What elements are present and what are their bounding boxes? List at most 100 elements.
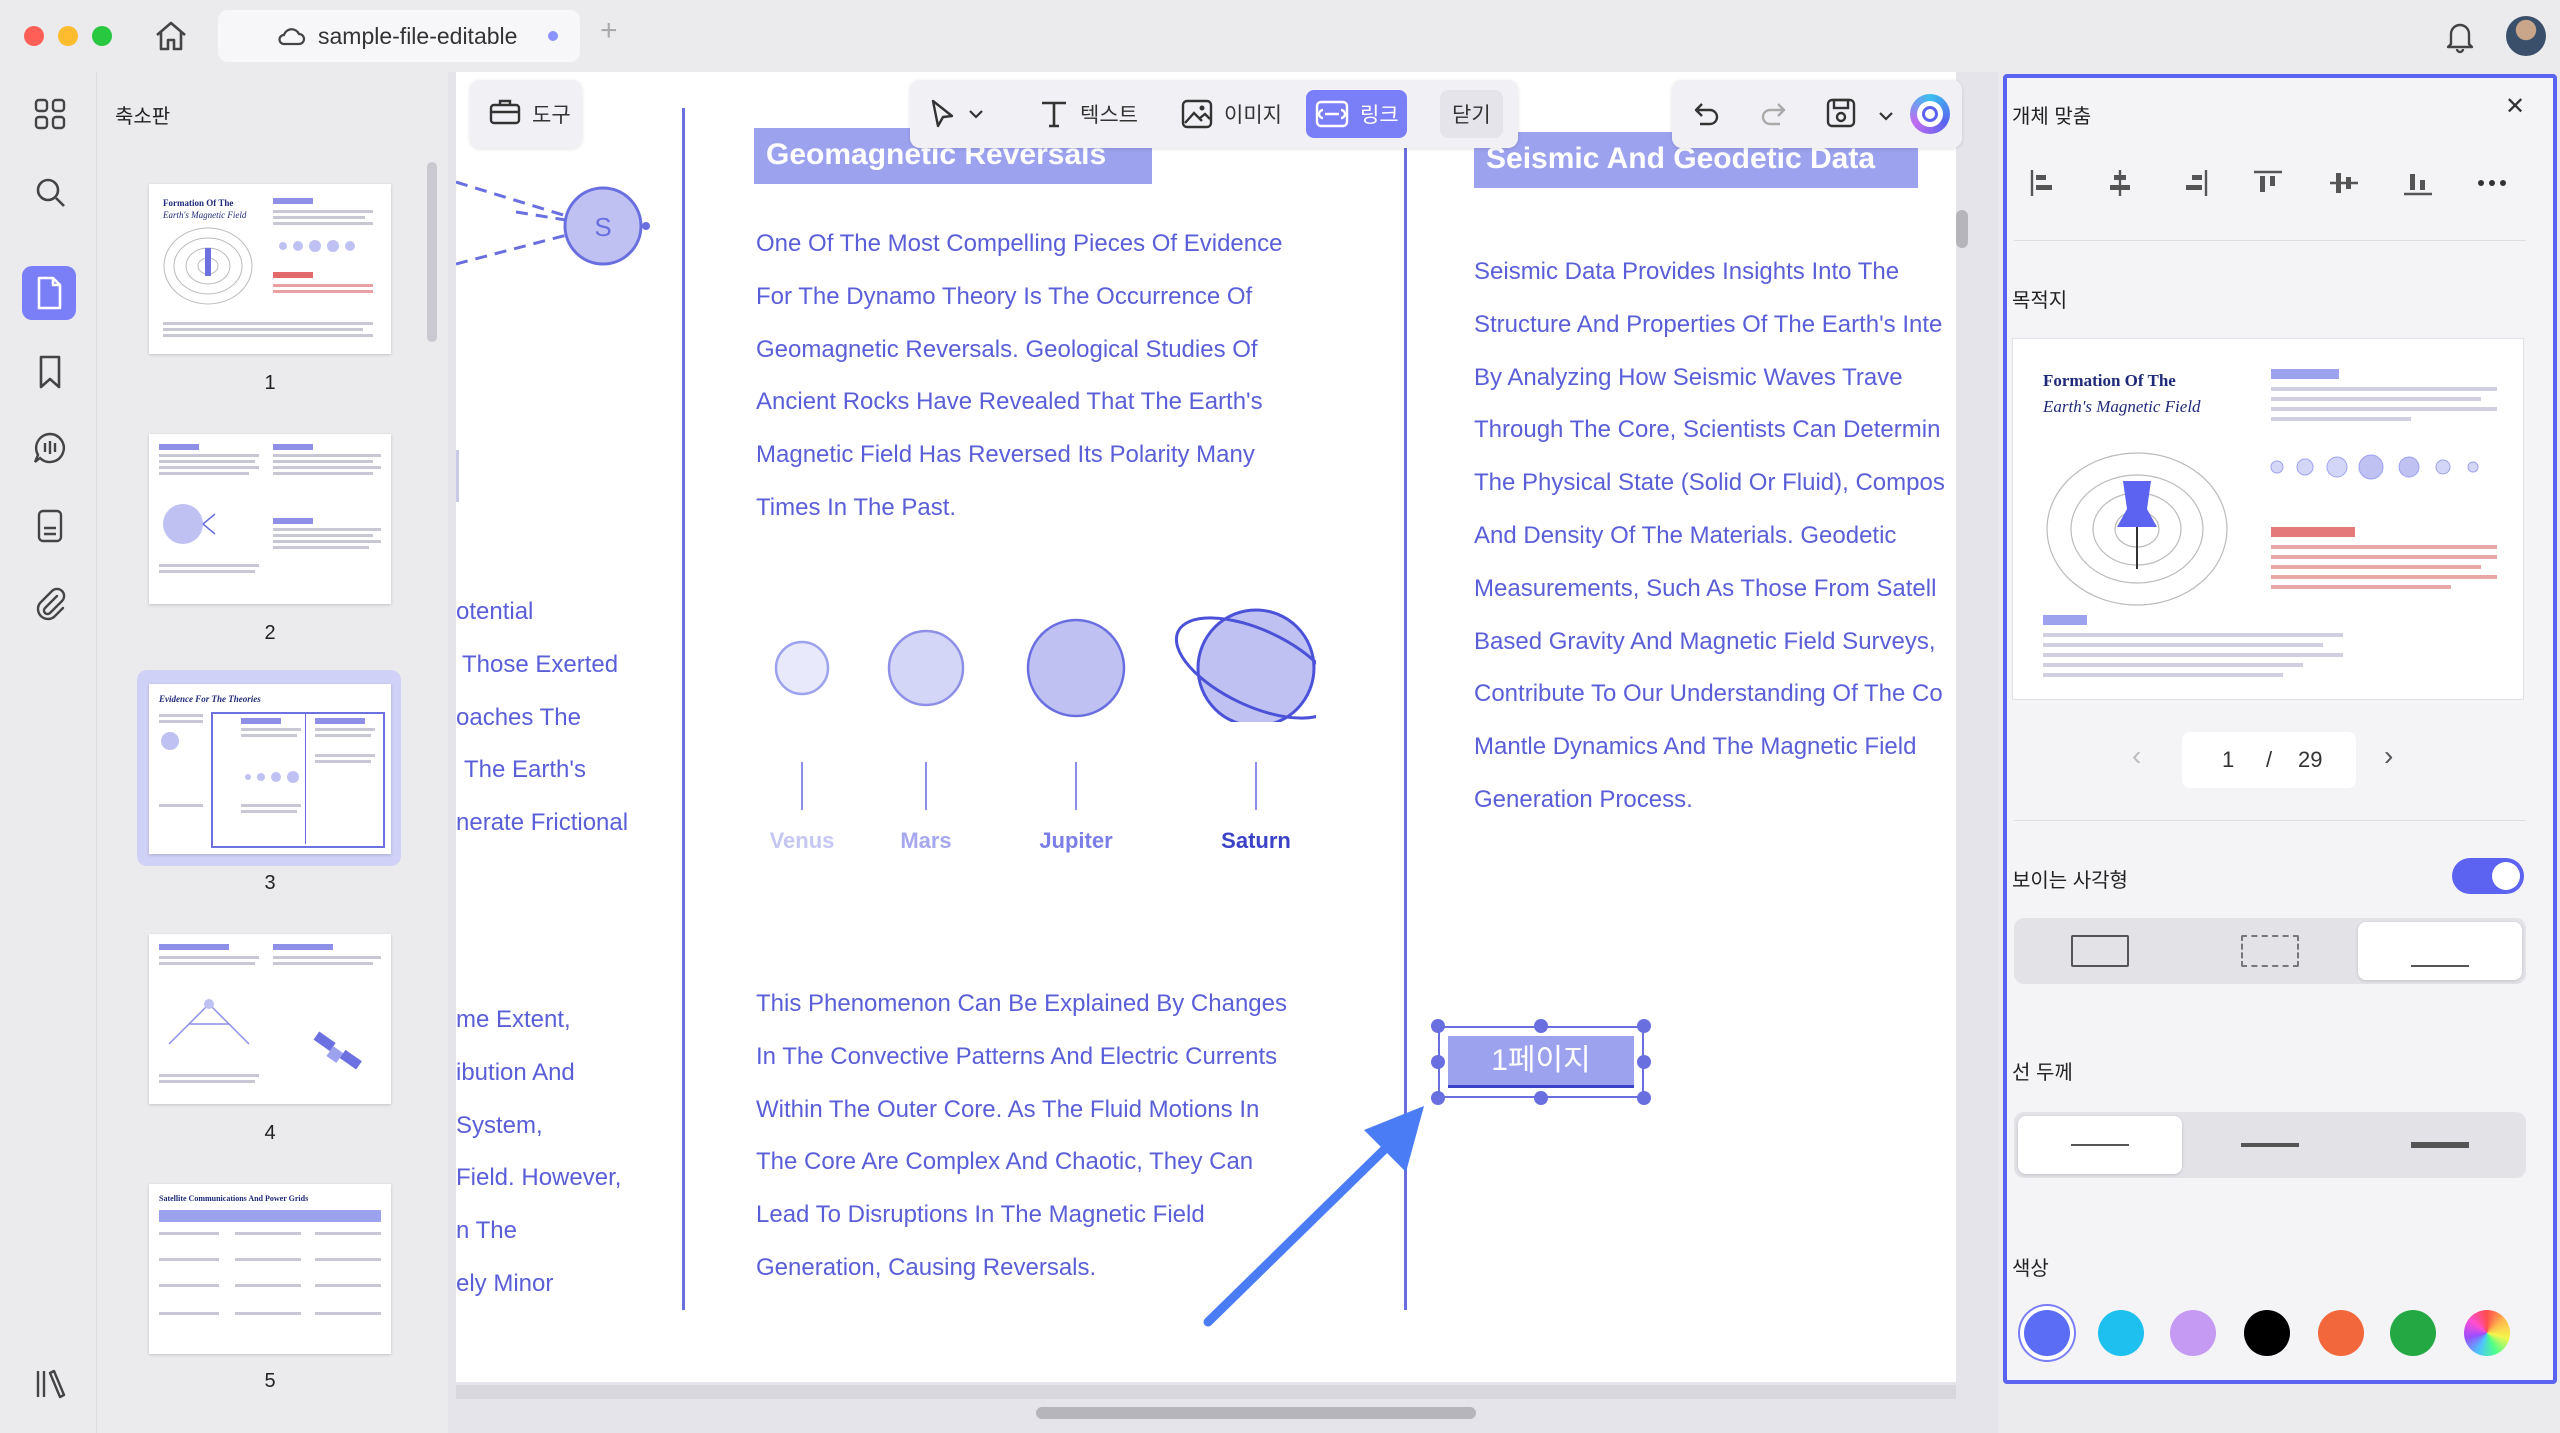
avatar[interactable] — [2506, 16, 2546, 56]
align-top-icon[interactable] — [2248, 166, 2288, 200]
left-toolbar — [0, 72, 96, 1433]
close-edit-label: 닫기 — [1452, 104, 1491, 127]
thumbnail-panel: 축소판 Formation Of The Earth's Magnetic Fi… — [96, 72, 448, 1433]
pages-icon[interactable] — [22, 266, 76, 320]
arrow-annotation — [1203, 1106, 1424, 1327]
close-icon[interactable]: ✕ — [2505, 92, 2525, 121]
save-icon[interactable] — [1824, 96, 1858, 135]
border-style-underline[interactable] — [2358, 922, 2522, 980]
unsaved-indicator — [548, 31, 558, 41]
page-navigator: 1 / 29 — [2182, 732, 2356, 788]
thumbnail-page-number: 3 — [264, 872, 276, 894]
align-right-icon[interactable] — [2174, 166, 2214, 200]
text-icon — [1042, 101, 1066, 128]
magnetic-field-diagram — [2046, 452, 2228, 606]
tools-label: 도구 — [532, 104, 571, 127]
ai-assistant-icon[interactable] — [1910, 94, 1950, 134]
svg-text:S: S — [594, 212, 611, 242]
right-paragraph: Seismic Data Provides Insights Into The … — [1474, 258, 1945, 813]
visible-rect-label: 보이는 사각형 — [2012, 870, 2128, 892]
apps-grid-icon[interactable] — [28, 92, 72, 136]
bell-icon[interactable] — [2442, 18, 2478, 59]
left-column-text-2: me Extent, ibution And System, Field. Ho… — [456, 1006, 622, 1297]
title-bar: sample-file-editable + — [0, 0, 2560, 72]
color-swatch-custom[interactable] — [2464, 1310, 2510, 1356]
document-canvas[interactable]: S otential Those Exerted oaches The The … — [448, 72, 1998, 1433]
color-swatch-lavender[interactable] — [2170, 1310, 2216, 1356]
line-width-thick[interactable] — [2358, 1116, 2522, 1174]
document-icon[interactable] — [28, 504, 72, 548]
edit-toolbar: 텍스트 이미지 링크 닫기 — [910, 80, 1518, 148]
search-icon[interactable] — [28, 170, 72, 214]
horizontal-scroll-track — [456, 1385, 1956, 1399]
toolbox-icon — [488, 96, 522, 132]
chevron-down-icon[interactable] — [1878, 108, 1894, 126]
close-window-button[interactable] — [24, 26, 44, 46]
close-edit-button[interactable]: 닫기 — [1440, 90, 1503, 138]
redo-icon[interactable] — [1758, 98, 1790, 135]
color-swatch-black[interactable] — [2244, 1310, 2290, 1356]
previous-page-icon[interactable]: ‹ — [2132, 740, 2141, 772]
color-swatch-green[interactable] — [2390, 1310, 2436, 1356]
border-style-solid[interactable] — [2018, 922, 2182, 980]
thumbnail-panel-title: 축소판 — [115, 106, 171, 128]
current-page-input[interactable]: 1 — [2222, 747, 2234, 773]
color-swatch-blue[interactable] — [2024, 1310, 2070, 1356]
image-tool-button[interactable]: 이미지 — [1172, 90, 1290, 138]
more-options-icon[interactable] — [2472, 166, 2512, 200]
library-icon[interactable] — [28, 1362, 72, 1406]
page-thumbnail-3[interactable]: Evidence For The Theories — [149, 684, 391, 854]
link-tool-label: 링크 — [1360, 104, 1399, 127]
planet-label-saturn: Saturn — [1221, 828, 1291, 853]
page-thumbnail-1[interactable]: Formation Of The Earth's Magnetic Field — [149, 184, 391, 354]
visible-rect-toggle[interactable] — [2452, 858, 2524, 894]
tools-button[interactable]: 도구 — [470, 80, 582, 148]
comment-icon[interactable] — [28, 426, 72, 470]
next-page-icon[interactable]: › — [2384, 740, 2393, 772]
history-toolbar — [1672, 80, 1962, 148]
planet-label-venus: Venus — [769, 828, 835, 853]
align-middle-vertical-icon[interactable] — [2324, 166, 2364, 200]
select-tool-button[interactable] — [920, 90, 992, 138]
selection-handles[interactable] — [1430, 1018, 1652, 1106]
link-icon — [1315, 100, 1349, 128]
destination-section-title: 목적지 — [2012, 290, 2068, 312]
align-left-icon[interactable] — [2024, 166, 2064, 200]
document-tab[interactable]: sample-file-editable — [218, 10, 580, 62]
thumbnail-page-number: 1 — [264, 372, 276, 394]
color-swatch-orange[interactable] — [2318, 1310, 2364, 1356]
home-icon[interactable] — [152, 18, 190, 54]
page-thumbnail-4[interactable] — [149, 934, 391, 1104]
chevron-down-icon — [969, 110, 983, 119]
undo-icon[interactable] — [1690, 98, 1722, 135]
page-thumbnail-2[interactable] — [149, 434, 391, 604]
minimize-window-button[interactable] — [58, 26, 78, 46]
maximize-window-button[interactable] — [92, 26, 112, 46]
bookmark-icon[interactable] — [28, 350, 72, 394]
cursor-icon — [931, 99, 954, 128]
align-center-horizontal-icon[interactable] — [2100, 166, 2140, 200]
align-section-title: 개체 맞춤 — [2012, 106, 2092, 128]
vertical-scrollbar[interactable] — [1956, 210, 1968, 248]
thumbnail-page-number: 5 — [264, 1370, 276, 1392]
properties-panel-border — [2003, 74, 2557, 1384]
total-pages: 29 — [2298, 747, 2323, 772]
thumbnail-page-number: 2 — [264, 622, 276, 644]
thumbnail-scrollbar[interactable] — [427, 162, 437, 342]
new-tab-button[interactable]: + — [600, 14, 618, 48]
line-width-medium[interactable] — [2188, 1116, 2352, 1174]
destination-page-preview[interactable]: Formation Of The Earth's Magnetic Field — [2012, 338, 2524, 700]
line-width-thin[interactable] — [2018, 1116, 2182, 1174]
horizontal-scrollbar[interactable] — [1036, 1407, 1476, 1419]
border-style-dashed[interactable] — [2188, 922, 2352, 980]
tab-title: sample-file-editable — [318, 23, 518, 49]
attachment-icon[interactable] — [28, 582, 72, 626]
page-thumbnail-5[interactable]: Satellite Communications And Power Grids — [149, 1184, 391, 1354]
planet-label-mars: Mars — [900, 828, 952, 853]
page-separator: / — [2266, 747, 2273, 772]
link-tool-button[interactable]: 링크 — [1306, 90, 1407, 138]
align-bottom-icon[interactable] — [2398, 166, 2438, 200]
cloud-icon — [276, 25, 306, 52]
color-swatch-cyan[interactable] — [2098, 1310, 2144, 1356]
text-tool-button[interactable]: 텍스트 — [1030, 90, 1146, 138]
